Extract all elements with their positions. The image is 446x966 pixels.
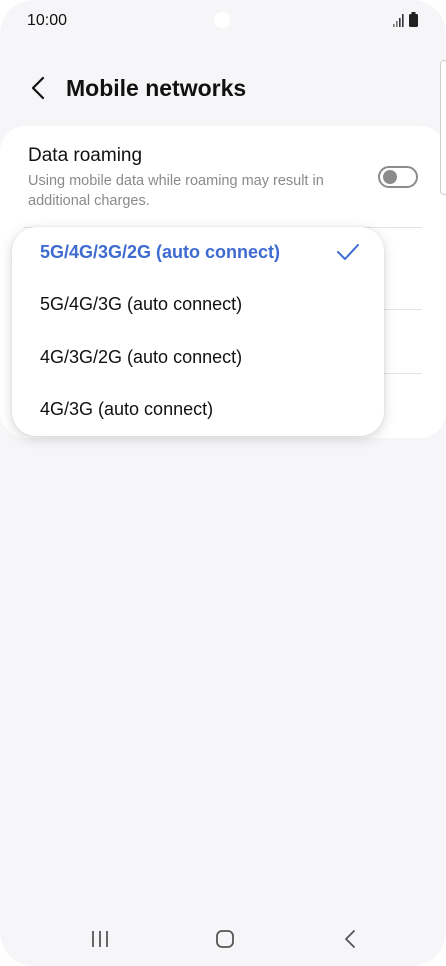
dropdown-option[interactable]: 5G/4G/3G (auto connect) bbox=[12, 279, 384, 331]
toggle-knob bbox=[383, 170, 397, 184]
status-bar: 10:00 bbox=[0, 0, 446, 44]
scrollbar[interactable] bbox=[440, 60, 446, 195]
data-roaming-toggle[interactable] bbox=[378, 166, 418, 188]
recent-apps-icon[interactable] bbox=[88, 928, 112, 950]
page-title: Mobile networks bbox=[66, 75, 247, 101]
dropdown-option[interactable]: 4G/3G (auto connect) bbox=[12, 384, 384, 436]
signal-icon bbox=[393, 14, 404, 27]
data-roaming-row[interactable]: Data roaming Using mobile data while roa… bbox=[0, 126, 446, 226]
dropdown-option-selected[interactable]: 5G/4G/3G/2G (auto connect) bbox=[12, 227, 384, 279]
back-icon[interactable] bbox=[341, 928, 359, 950]
header: Mobile networks bbox=[0, 60, 446, 116]
phone-screen: 10:00 Mobile networks Data roaming Using… bbox=[0, 0, 446, 966]
dropdown-option[interactable]: 4G/3G/2G (auto connect) bbox=[12, 332, 384, 384]
network-mode-dropdown: 5G/4G/3G/2G (auto connect) 5G/4G/3G (aut… bbox=[12, 227, 384, 436]
data-roaming-description: Using mobile data while roaming may resu… bbox=[28, 173, 324, 209]
navigation-bar bbox=[0, 916, 446, 964]
front-camera bbox=[214, 12, 230, 28]
chevron-left-icon bbox=[31, 76, 45, 100]
data-roaming-title: Data roaming bbox=[28, 145, 143, 166]
battery-icon bbox=[409, 12, 418, 27]
status-time: 10:00 bbox=[27, 12, 68, 29]
check-icon bbox=[337, 244, 359, 260]
back-button[interactable] bbox=[20, 70, 56, 106]
option-label: 5G/4G/3G (auto connect) bbox=[40, 294, 243, 314]
home-icon[interactable] bbox=[214, 928, 236, 950]
option-label: 4G/3G/2G (auto connect) bbox=[40, 347, 243, 367]
option-label: 5G/4G/3G/2G (auto connect) bbox=[40, 242, 281, 262]
option-label: 4G/3G (auto connect) bbox=[40, 399, 214, 419]
